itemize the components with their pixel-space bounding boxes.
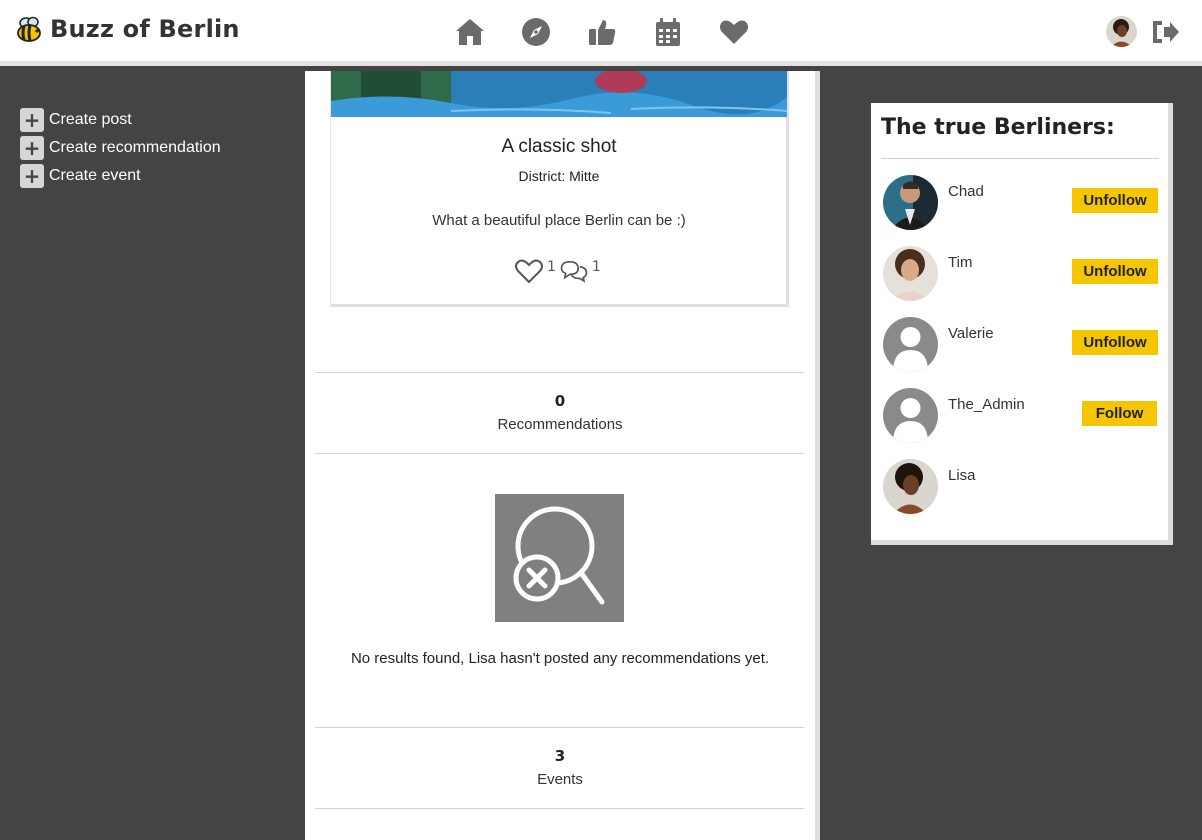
avatar[interactable] (883, 459, 938, 514)
divider (315, 372, 804, 373)
menu-item-label: Create post (49, 111, 132, 128)
magnifier-x-icon (513, 506, 605, 605)
default-avatar-icon[interactable] (883, 317, 938, 372)
post-image[interactable] (331, 71, 787, 117)
profile-row: Valerie Unfollow (883, 317, 1168, 373)
unfollow-button[interactable]: Unfollow (1072, 259, 1158, 284)
post-title: A classic shot (501, 136, 617, 157)
events-label: Events (537, 771, 583, 788)
default-avatar-icon[interactable] (883, 388, 938, 443)
post-card[interactable]: A classic shot District: Mitte What a be… (330, 71, 789, 307)
home-icon[interactable] (453, 15, 487, 49)
profile-row: Lisa (883, 459, 1168, 515)
create-post-link[interactable]: + Create post (20, 106, 221, 134)
plus-icon: + (20, 136, 44, 160)
unfollow-button[interactable]: Unfollow (1072, 330, 1158, 355)
like-heart-icon[interactable] (514, 257, 544, 285)
comments-icon[interactable] (559, 257, 589, 285)
post-stats: 1 1 (514, 257, 604, 285)
profile-content: A classic shot District: Mitte What a be… (305, 71, 815, 840)
brand-link[interactable]: Buzz of Berlin (14, 14, 240, 44)
create-menu: + Create post + Create recommendation + … (20, 106, 221, 190)
divider (881, 158, 1159, 159)
compass-icon[interactable] (519, 15, 553, 49)
profile-name[interactable]: Tim (948, 254, 972, 271)
menu-item-label: Create recommendation (49, 139, 221, 156)
events-count: 3 (554, 747, 566, 765)
sign-out-icon[interactable] (1150, 18, 1180, 46)
brand-title: Buzz of Berlin (50, 15, 240, 43)
post-district: District: Mitte (518, 168, 600, 184)
profile-row: The_Admin Follow (883, 388, 1168, 444)
create-recommendation-link[interactable]: + Create recommendation (20, 134, 221, 162)
profile-row: Chad Unfollow (883, 175, 1168, 231)
profile-name[interactable]: The_Admin (948, 396, 1025, 413)
popular-profiles-panel: The true Berliners: Chad Unfollow Tim Un… (871, 103, 1173, 545)
comments-count: 1 (591, 259, 601, 275)
divider (315, 808, 804, 809)
follow-button[interactable]: Follow (1082, 401, 1157, 426)
panel-title: The true Berliners: (881, 115, 1115, 140)
bee-logo-icon (17, 16, 41, 42)
recommendations-label: Recommendations (497, 416, 623, 433)
navbar: Buzz of Berlin (0, 0, 1202, 66)
divider (315, 453, 804, 454)
events-stat: 3 Events (305, 747, 815, 788)
user-avatar[interactable] (1106, 16, 1137, 47)
profile-row: Tim Unfollow (883, 246, 1168, 302)
profile-name[interactable]: Chad (948, 183, 984, 200)
thumbs-up-icon[interactable] (585, 15, 619, 49)
avatar[interactable] (883, 246, 938, 301)
create-event-link[interactable]: + Create event (20, 162, 221, 190)
post-content: What a beautiful place Berlin can be :) (432, 212, 686, 229)
heart-icon[interactable] (717, 15, 751, 49)
plus-icon: + (20, 164, 44, 188)
column-border (815, 71, 820, 840)
recommendations-stat: 0 Recommendations (305, 392, 815, 433)
unfollow-button[interactable]: Unfollow (1072, 188, 1158, 213)
likes-count: 1 (547, 259, 556, 275)
avatar[interactable] (883, 175, 938, 230)
no-results-image (495, 494, 624, 622)
no-results-message: No results found, Lisa hasn't posted any… (350, 650, 770, 667)
main-nav (453, 15, 783, 49)
recommendations-count: 0 (554, 392, 566, 410)
plus-icon: + (20, 108, 44, 132)
calendar-icon[interactable] (651, 15, 685, 49)
profile-name[interactable]: Valerie (948, 325, 994, 342)
profile-name[interactable]: Lisa (948, 467, 976, 484)
menu-item-label: Create event (49, 167, 141, 184)
divider (315, 727, 804, 728)
